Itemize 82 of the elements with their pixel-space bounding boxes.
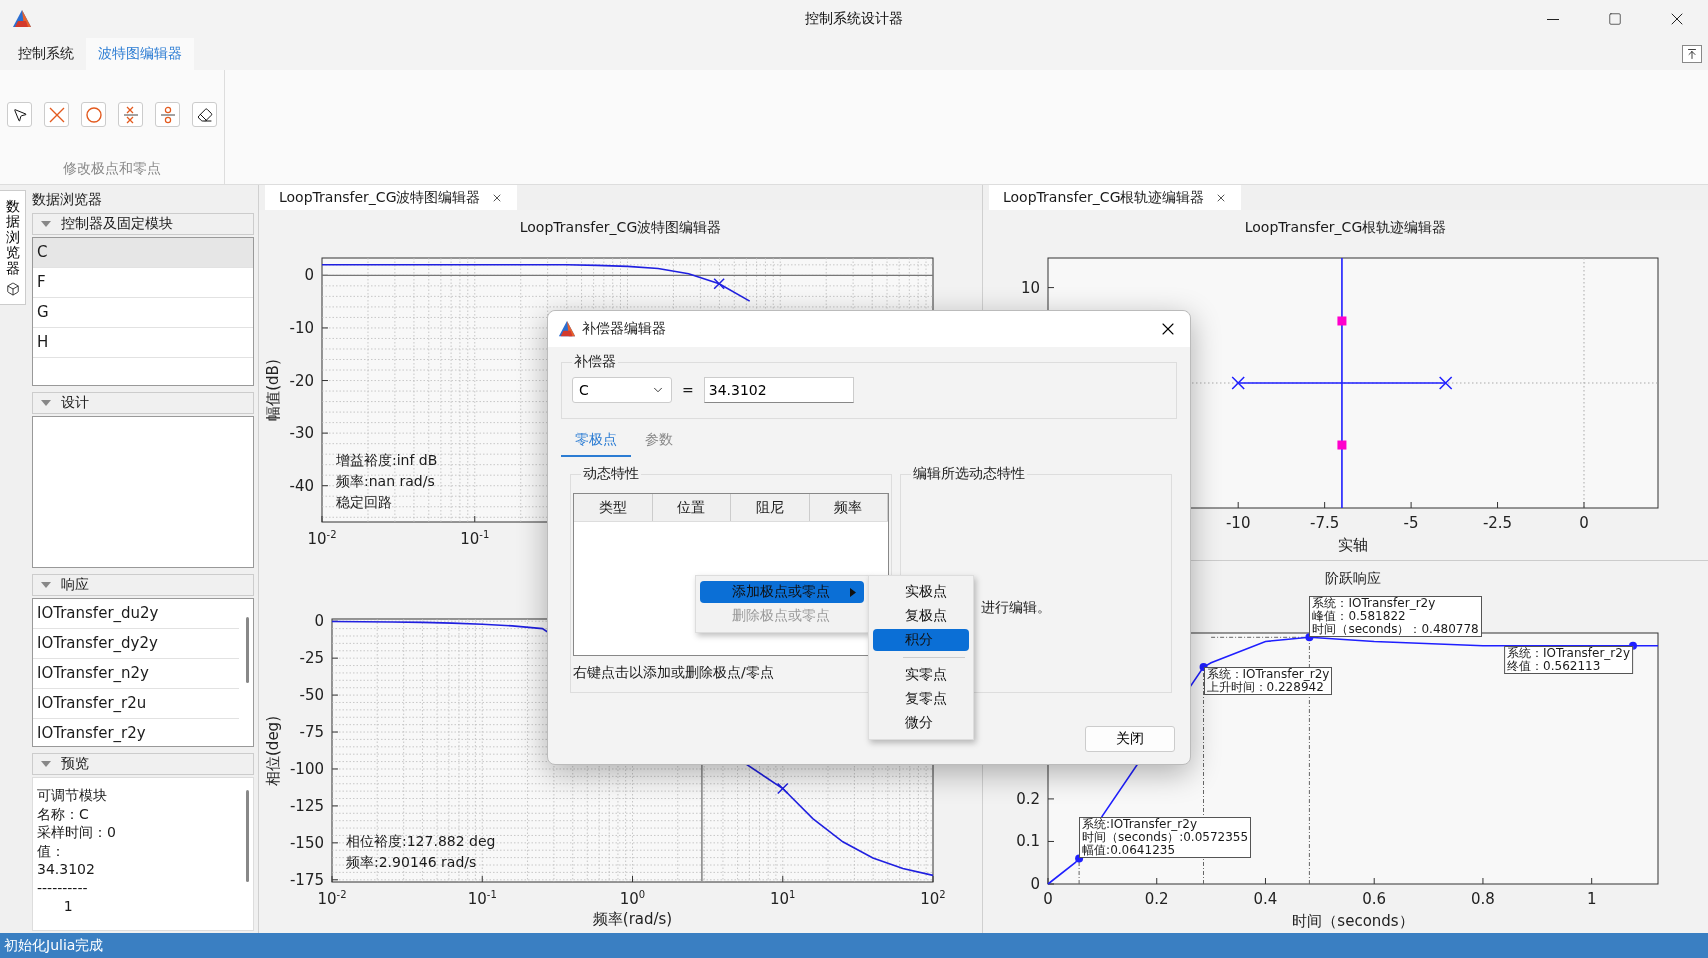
tick-label: 0.4 (1253, 892, 1278, 907)
tick-label: 0.8 (1471, 892, 1495, 907)
preview-text: ---------- (36, 878, 89, 897)
tick-label: -50 (299, 687, 324, 703)
tick-label: 0.6 (1362, 892, 1387, 907)
tick-label: 0.1 (1016, 833, 1040, 849)
tick-label: 10$^{1}$ (770, 890, 796, 907)
tick-label: -30 (289, 425, 314, 441)
hint-text: 右键点击以添加或删除极点/零点 (573, 664, 775, 682)
editor-title: LoopTransfer_CG根轨迹编辑器 (1244, 218, 1447, 237)
margin-text: 频率:nan rad/s (336, 473, 436, 491)
tick-label: -5 (1403, 516, 1419, 531)
tick-label: 1 (1586, 892, 1597, 907)
axis-label: 实轴 (1338, 538, 1368, 553)
tick-label: 10$^{-2}$ (307, 530, 337, 547)
tab-title: LoopTransfer_CG波特图编辑器 (279, 188, 481, 207)
datatip-text: 上升时间：0.228942 (1206, 681, 1324, 695)
tick-label: 10$^{2}$ (920, 890, 946, 907)
tick-label: 0.2 (1016, 791, 1040, 807)
datatip-text: 幅值:0.0641235 (1082, 844, 1177, 858)
preview-text: 名称：C (36, 804, 90, 823)
group-title: 动态特性 (582, 465, 640, 483)
preview-text: 可调节模块 (36, 786, 108, 805)
tab-title: LoopTransfer_CG根轨迹编辑器 (1003, 188, 1205, 207)
window-title: 控制系统设计器 (805, 10, 903, 28)
tick-label: -175 (289, 872, 324, 888)
tick-label: -100 (289, 761, 324, 777)
datatip-text: 时间（seconds）:0.0572355 (1082, 831, 1249, 845)
preview-text: 值： (36, 841, 66, 860)
tick-label: -40 (289, 478, 314, 494)
tick-label: -150 (289, 835, 324, 851)
axis-label: 幅值(dB) (265, 359, 281, 421)
status-text: 初始化Julia完成 (4, 936, 104, 955)
axis-label: 相位(deg) (265, 715, 281, 786)
section-title: 设计 (61, 394, 89, 412)
section-title: 控制器及固定模块 (61, 215, 173, 233)
axis-label: 时间（seconds） (1292, 914, 1414, 929)
tick-label: 0.2 (1144, 892, 1169, 907)
group-title: 补偿器 (573, 353, 617, 371)
tick-label: -10 (1225, 516, 1251, 531)
dialog-title: 补偿器编辑器 (582, 320, 666, 338)
tick-label: 0 (304, 267, 314, 283)
tick-label: -75 (299, 724, 324, 740)
preview-text: 采样时间：0 (36, 823, 117, 842)
datatip-text: 终值：0.562113 (1507, 659, 1601, 673)
group-label: 修改极点和零点 (63, 160, 161, 178)
panel-title: 数据浏览器 (32, 190, 103, 209)
datatip-text: 时间（seconds）：0.480778 (1312, 623, 1479, 637)
chart-title: 阶跃响应 (1325, 571, 1381, 585)
editor-title: LoopTransfer_CG波特图编辑器 (519, 218, 722, 237)
margin-text: 增益裕度:inf dB (336, 452, 438, 470)
datatip-text: 系统：IOTransfer_r2y (1206, 668, 1330, 682)
preview-text: 1 (62, 897, 74, 916)
tick-label: 10$^{0}$ (619, 890, 646, 907)
tick-label: 10$^{-1}$ (467, 890, 497, 907)
tick-label: 10 (1020, 280, 1040, 296)
tick-label: -125 (289, 798, 324, 814)
margin-text: 稳定回路 (336, 494, 393, 512)
tick-label: 10$^{-2}$ (317, 890, 347, 907)
tick-label: -25 (299, 650, 324, 666)
margin-text: 频率:2.90146 rad/s (346, 854, 478, 872)
tick-label: -10 (289, 320, 314, 336)
tick-label: 0 (1579, 516, 1589, 531)
section-title: 响应 (61, 576, 89, 594)
axis-label: 频率(rad/s) (592, 912, 673, 927)
tick-label: 0 (314, 613, 324, 629)
edit-hint-text: 进行编辑。 (981, 599, 1052, 617)
tick-label: -2.5 (1482, 516, 1513, 531)
datatip-text: 系统：IOTransfer_r2y (1312, 597, 1437, 611)
group-title: 编辑所选动态特性 (912, 465, 1026, 483)
tick-label: -20 (289, 373, 314, 389)
equals-sign: = (682, 382, 694, 398)
datatip-text: 系统：IOTransfer_r2y (1507, 646, 1630, 660)
tick-label: 10$^{-1}$ (460, 530, 490, 547)
datatip-text: 峰值：0.581822 (1312, 610, 1406, 624)
tick-label: -7.5 (1310, 516, 1340, 531)
preview-text: 34.3102 (36, 860, 96, 879)
margin-text: 相位裕度:127.882 deg (346, 833, 496, 851)
tick-label: 0 (1043, 892, 1053, 907)
section-title: 预览 (61, 755, 89, 773)
tick-label: 0 (1030, 876, 1040, 892)
datatip-text: 系统:IOTransfer_r2y (1082, 818, 1198, 832)
